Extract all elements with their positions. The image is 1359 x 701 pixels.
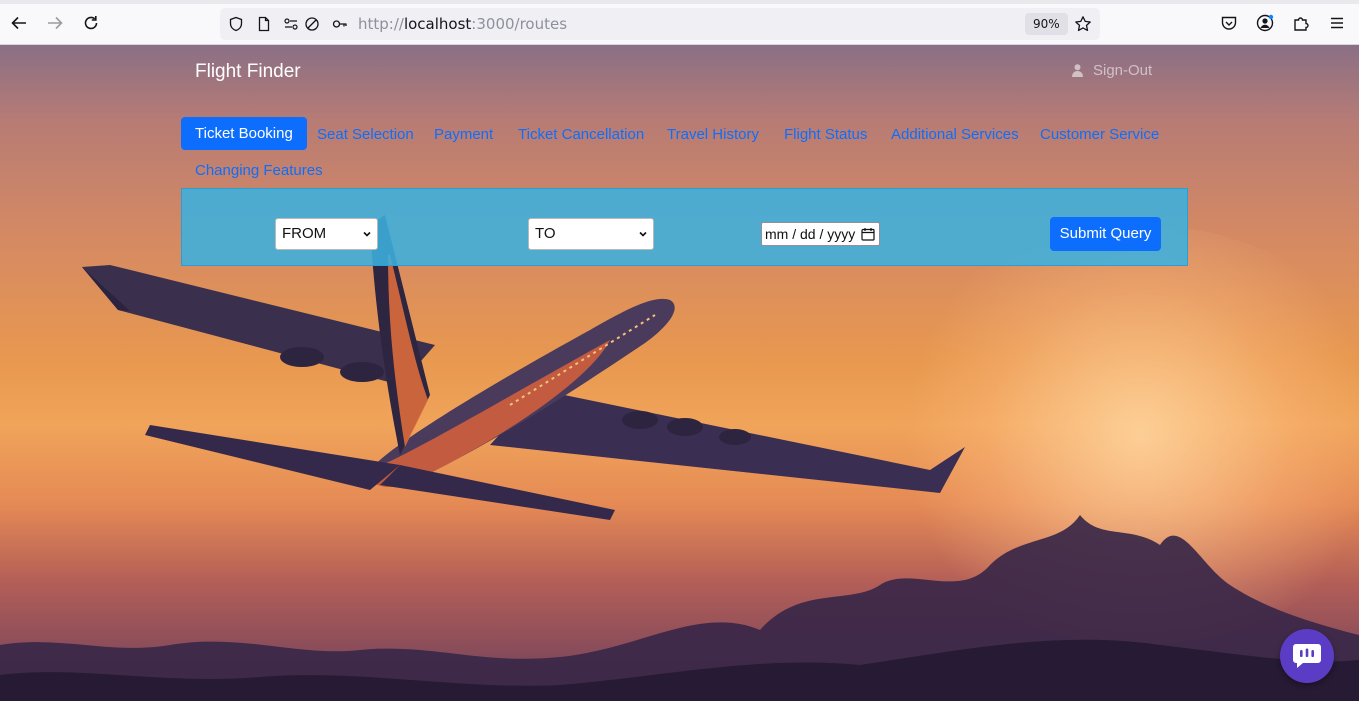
back-arrow-icon	[11, 16, 26, 30]
to-select[interactable]: TO	[528, 218, 654, 250]
to-select-value: TO	[535, 225, 556, 242]
from-select-value: FROM	[282, 225, 327, 242]
url-scheme: http://	[358, 15, 404, 33]
page-viewport: Flight Finder Sign-Out Ticket Booking Se…	[0, 45, 1359, 701]
account-icon	[1256, 14, 1274, 32]
nav-payment[interactable]: Payment	[434, 126, 493, 143]
chevron-down-icon	[639, 231, 647, 237]
account-button[interactable]	[1255, 13, 1275, 33]
pocket-button[interactable]	[1219, 13, 1239, 33]
nav-additional-services[interactable]: Additional Services	[891, 126, 1019, 143]
back-button[interactable]	[8, 12, 30, 34]
signout-label: Sign-Out	[1093, 62, 1153, 79]
forward-button[interactable]	[44, 12, 66, 34]
address-bar[interactable]: http://localhost:3000/routes 90%	[220, 8, 1100, 40]
chat-widget-button[interactable]	[1280, 629, 1334, 683]
tab-strip	[0, 0, 1359, 4]
brand-title[interactable]: Flight Finder	[195, 61, 301, 83]
date-input[interactable]: mm / dd / yyyy	[761, 222, 880, 246]
date-placeholder: mm / dd / yyyy	[765, 226, 856, 242]
from-select[interactable]: FROM	[275, 218, 378, 250]
chevron-down-icon	[363, 231, 371, 237]
shield-icon[interactable]	[228, 16, 244, 32]
user-icon	[1072, 64, 1083, 77]
nav-ticket-booking[interactable]: Ticket Booking	[181, 117, 307, 150]
reload-button[interactable]	[80, 12, 102, 34]
signout-link[interactable]: Sign-Out	[1072, 62, 1152, 79]
bookmark-star-icon[interactable]	[1074, 15, 1092, 33]
nav-customer-service[interactable]: Customer Service	[1040, 126, 1159, 143]
url-host: localhost	[403, 15, 472, 33]
key-icon[interactable]	[332, 16, 348, 32]
tracking-blocked-icon[interactable]	[304, 16, 320, 32]
reload-icon	[84, 16, 98, 30]
menu-button[interactable]	[1327, 13, 1347, 33]
flight-search-form: FROM TO mm / dd / yyyy Submit Query	[181, 188, 1188, 266]
page-icon[interactable]	[256, 16, 272, 32]
nav-changing-features[interactable]: Changing Features	[195, 162, 323, 179]
browser-toolbar: http://localhost:3000/routes 90%	[0, 0, 1359, 45]
hamburger-icon	[1331, 17, 1343, 29]
permissions-icon[interactable]	[283, 16, 299, 32]
nav-seat-selection[interactable]: Seat Selection	[317, 126, 414, 143]
chat-icon	[1293, 644, 1321, 668]
url-path: :3000/routes	[471, 15, 568, 33]
nav-travel-history[interactable]: Travel History	[667, 126, 759, 143]
nav-flight-status[interactable]: Flight Status	[784, 126, 867, 143]
url-text[interactable]: http://localhost:3000/routes	[358, 15, 567, 33]
pocket-icon	[1221, 16, 1237, 30]
zoom-level-button[interactable]: 90%	[1025, 13, 1068, 35]
forward-arrow-icon	[48, 16, 63, 30]
calendar-icon[interactable]	[861, 227, 875, 241]
puzzle-icon	[1294, 17, 1309, 31]
extensions-button[interactable]	[1291, 13, 1311, 33]
nav-ticket-cancellation[interactable]: Ticket Cancellation	[518, 126, 644, 143]
submit-query-button[interactable]: Submit Query	[1050, 217, 1161, 251]
